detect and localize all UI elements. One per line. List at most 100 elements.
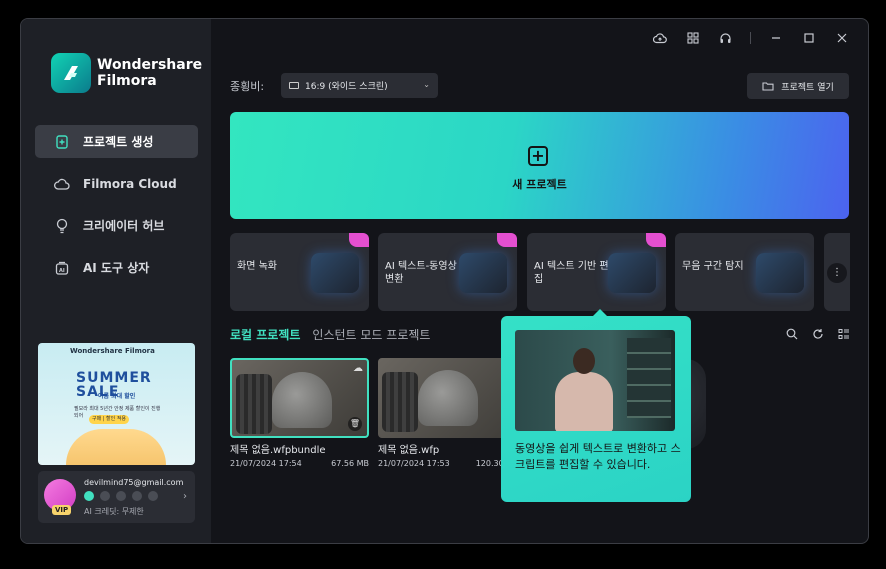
lightbulb-icon — [54, 218, 70, 234]
sidebar: Wondershare Filmora 프로젝트 생성 Filmora Clou… — [21, 19, 211, 543]
account-panel[interactable]: VIP devilmind75@gmail.com AI 크레딧: 무제한 › — [38, 471, 195, 523]
presenter-head — [573, 348, 595, 374]
project-size: 67.56 MB — [331, 459, 369, 468]
text-t-icon — [459, 253, 507, 293]
plus-icon: + — [528, 146, 548, 166]
open-project-button[interactable]: 프로젝트 열기 — [747, 73, 849, 99]
brand-name: Wondershare — [97, 57, 203, 73]
card-label: 화면 녹화 — [237, 261, 277, 272]
badge-icon — [100, 491, 110, 501]
open-project-label: 프로젝트 열기 — [781, 82, 834, 93]
vip-badge: VIP — [52, 505, 72, 515]
sidebar-item-filmora-cloud[interactable]: Filmora Cloud — [35, 167, 198, 200]
refresh-icon[interactable] — [810, 326, 826, 342]
screen-icon — [289, 82, 299, 89]
summer-sale-banner[interactable]: Wondershare Filmora SUMMER SALE 여름 최대 할인… — [38, 343, 195, 465]
ai-text-to-video-card[interactable]: AI 텍스트-동영상 변환 — [378, 233, 517, 311]
new-badge-icon — [646, 233, 666, 247]
close-icon[interactable] — [825, 29, 858, 47]
search-icon[interactable] — [784, 326, 800, 342]
tab-instant-mode-projects[interactable]: 인스턴트 모드 프로젝트 — [312, 326, 430, 343]
headset-support-icon[interactable] — [709, 29, 742, 47]
titlebar-divider — [750, 32, 751, 44]
cat-image — [272, 372, 332, 428]
new-file-icon — [54, 134, 70, 150]
chair-image — [236, 374, 272, 434]
more-options-icon[interactable]: ⋮ — [827, 263, 847, 283]
brand: Wondershare Filmora — [51, 53, 202, 93]
project-date: 21/07/2024 17:54 — [230, 459, 302, 468]
card-label: AI 텍스트 기반 편집 — [534, 261, 609, 285]
project-date: 21/07/2024 17:53 — [378, 459, 450, 468]
card-label: 무음 구간 탐지 — [682, 261, 744, 272]
promo-brand: Wondershare Filmora — [70, 347, 155, 355]
filmora-logo-icon — [51, 53, 91, 93]
ai-toolbox-icon: AI — [54, 260, 70, 276]
chair-image — [382, 372, 418, 432]
badge-icon — [148, 491, 158, 501]
sidebar-item-ai-toolbox[interactable]: AI AI 도구 상자 — [35, 251, 198, 284]
project-name: 제목 없음.wfpbundle — [230, 445, 326, 456]
aspect-ratio-label: 종횡비: — [230, 80, 265, 93]
feature-tooltip: 동영상을 쉽게 텍스트로 변환하고 스크립트를 편집할 수 있습니다. — [501, 309, 691, 502]
camera-recorder-icon — [311, 253, 359, 293]
sidebar-item-create-project[interactable]: 프로젝트 생성 — [35, 125, 198, 158]
screen-recorder-card[interactable]: 화면 녹화 — [230, 233, 369, 311]
cloud-upload-icon[interactable] — [643, 29, 676, 47]
project-item[interactable]: ☁ 🗑 제목 없음.wfpbundle 21/07/2024 17:54 67.… — [230, 358, 369, 468]
text-editing-icon — [608, 253, 656, 293]
ai-text-based-editing-card[interactable]: AI 텍스트 기반 편집 — [527, 233, 666, 311]
ai-credit: AI 크레딧: 무제한 — [84, 507, 144, 516]
tooltip-text: 동영상을 쉽게 텍스트로 변환하고 스크립트를 편집할 수 있습니다. — [515, 442, 681, 471]
achievement-badges — [84, 491, 158, 501]
project-thumbnail[interactable]: ☁ 🗑 — [230, 358, 369, 438]
sidebar-item-label: AI 도구 상자 — [83, 261, 150, 275]
minimize-icon[interactable] — [759, 29, 792, 47]
new-project-label: 새 프로젝트 — [512, 178, 567, 191]
cat-image — [418, 370, 478, 426]
new-project-button[interactable]: + 새 프로젝트 — [230, 112, 849, 219]
folder-icon — [762, 82, 774, 91]
account-email: devilmind75@gmail.com — [84, 478, 184, 487]
sidebar-item-creator-hub[interactable]: 크리에이터 허브 — [35, 209, 198, 242]
presenter-body — [555, 372, 613, 431]
headphones-icon — [756, 253, 804, 293]
sidebar-nav: 프로젝트 생성 Filmora Cloud 크리에이터 허브 AI AI 도구 … — [35, 125, 198, 293]
sidebar-item-label: 크리에이터 허브 — [83, 219, 165, 233]
grid-icon[interactable] — [676, 29, 709, 47]
titlebar — [643, 29, 858, 47]
presenter-image — [555, 348, 613, 431]
tooltip-preview-image — [515, 330, 675, 431]
promo-cta-button[interactable]: 구매 | 할인 적용 — [89, 415, 129, 424]
list-view-icon[interactable] — [836, 326, 852, 342]
silence-detection-card[interactable]: 무음 구간 탐지 — [675, 233, 814, 311]
sidebar-item-label: Filmora Cloud — [83, 176, 177, 191]
project-thumbnail[interactable] — [378, 358, 517, 438]
cloud-icon — [54, 176, 70, 192]
badge-icon — [116, 491, 126, 501]
maximize-icon[interactable] — [792, 29, 825, 47]
chevron-down-icon: ⌄ — [423, 80, 430, 89]
new-badge-icon — [497, 233, 517, 247]
beach-illustration — [66, 429, 166, 465]
promo-tagline: 여름 최대 할인 — [98, 393, 136, 400]
cloud-sync-icon[interactable]: ☁ — [353, 363, 363, 374]
project-tabs: 로컬 프로젝트 인스턴트 모드 프로젝트 — [230, 326, 430, 343]
sidebar-item-label: 프로젝트 생성 — [83, 135, 154, 149]
project-tools — [784, 326, 852, 342]
aspect-ratio-value: 16:9 (와이드 스크린) — [305, 82, 388, 92]
bookshelf-image — [627, 338, 671, 418]
project-item[interactable]: 제목 없음.wfp 21/07/2024 17:53 120.30 KB — [378, 358, 517, 468]
badge-icon — [84, 491, 94, 501]
card-label: AI 텍스트-동영상 변환 — [385, 261, 457, 285]
trash-icon[interactable]: 🗑 — [348, 417, 362, 431]
svg-text:AI: AI — [59, 268, 65, 274]
project-name: 제목 없음.wfp — [378, 445, 440, 456]
aspect-ratio-select[interactable]: 16:9 (와이드 스크린) ⌄ — [281, 73, 438, 98]
new-badge-icon — [349, 233, 369, 247]
app-window: Wondershare Filmora 프로젝트 생성 Filmora Clou… — [20, 18, 869, 544]
badge-icon — [132, 491, 142, 501]
chevron-right-icon: › — [183, 491, 187, 502]
product-name: Filmora — [97, 73, 157, 89]
tab-local-projects[interactable]: 로컬 프로젝트 — [230, 326, 300, 343]
